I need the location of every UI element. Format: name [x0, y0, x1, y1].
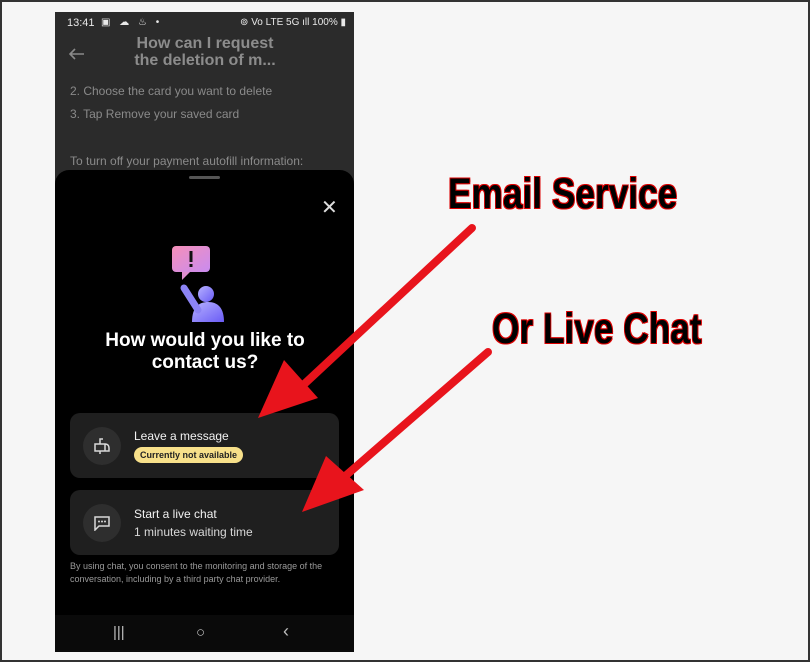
live-chat-label: Or Live Chat [492, 305, 702, 353]
arrow-to-live-chat [302, 348, 492, 512]
email-service-label: Email Service [448, 170, 678, 218]
